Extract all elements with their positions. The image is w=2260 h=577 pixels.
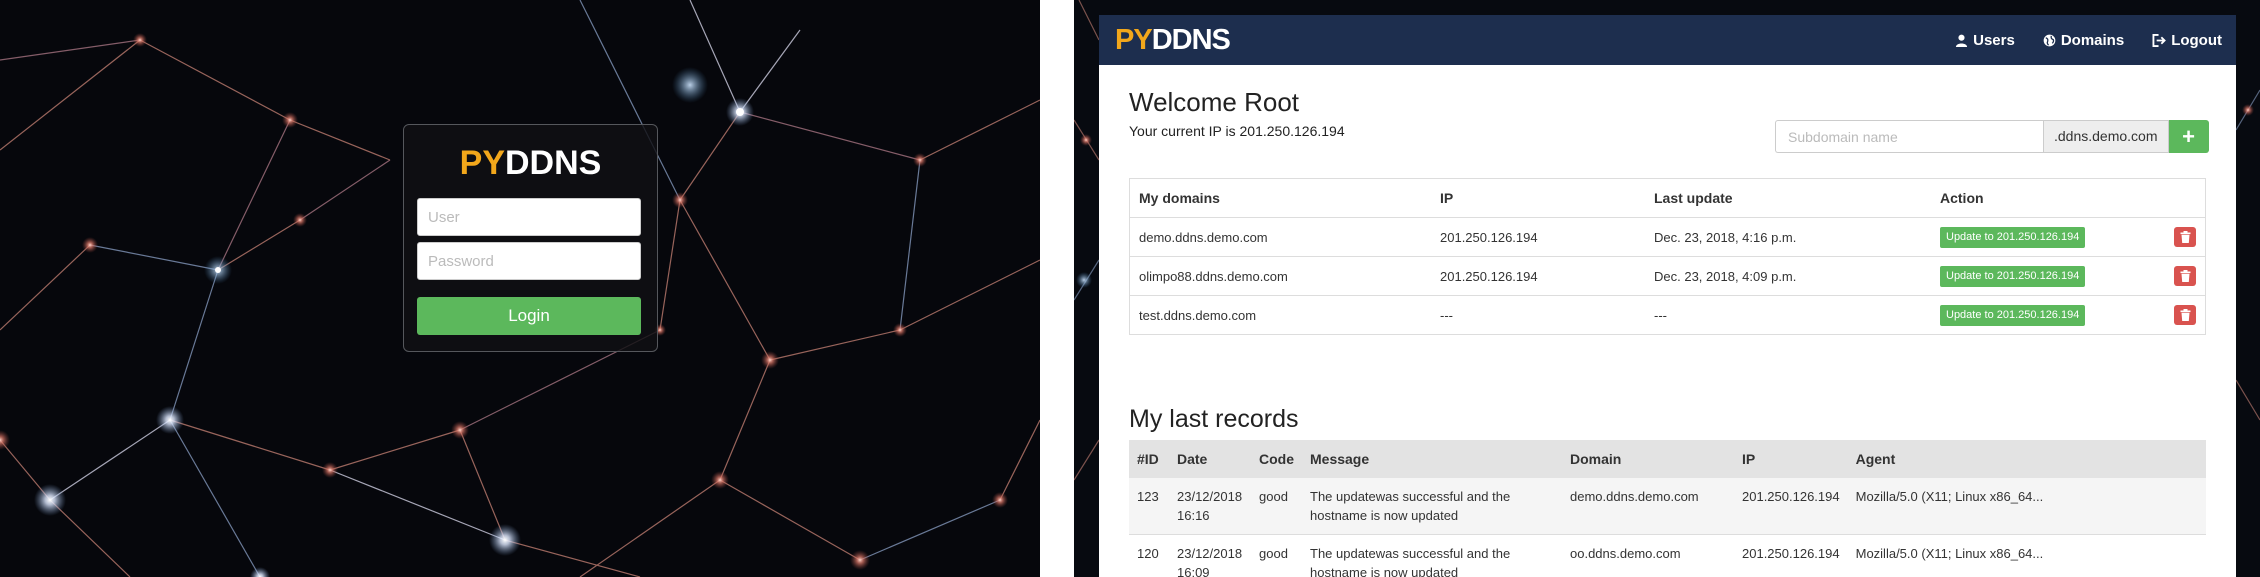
logo-suffix: DDNS: [505, 144, 602, 182]
update-ip-button[interactable]: Update to 201.250.126.194: [1940, 226, 2086, 248]
login-card: PYDDNS Login: [403, 124, 658, 352]
column-header: Date: [1169, 440, 1251, 478]
nav-logout-link[interactable]: Logout: [2152, 32, 2222, 49]
ip-cell: ---: [1431, 295, 1645, 335]
table-row: olimpo88.ddns.demo.com 201.250.126.194 D…: [1129, 256, 2206, 296]
record-ip-cell: 201.250.126.194: [1734, 534, 1848, 577]
username-input[interactable]: [417, 198, 641, 236]
column-header: Domain: [1562, 440, 1734, 478]
column-header: Action: [1931, 178, 2206, 218]
dashboard-screen: PYDDNS Users Domains Logout Welcome Root…: [1074, 0, 2260, 577]
trash-icon: [2180, 269, 2190, 282]
nav-links: Users Domains Logout: [1955, 15, 2222, 65]
record-domain-cell: oo.ddns.demo.com: [1562, 534, 1734, 577]
column-header: Code: [1251, 440, 1302, 478]
nav-users-link[interactable]: Users: [1955, 32, 2015, 49]
table-row: 120 23/12/2018 16:09 good The updatewas …: [1129, 534, 2206, 577]
table-row: 123 23/12/2018 16:16 good The updatewas …: [1129, 478, 2206, 535]
navbar-logo[interactable]: PYDDNS: [1115, 23, 1231, 57]
record-date-cell: 23/12/2018 16:09: [1169, 534, 1251, 577]
domains-table: My domains IP Last update Action demo.dd…: [1129, 178, 2206, 335]
logo-prefix: PY: [1115, 24, 1153, 56]
action-cell: Update to 201.250.126.194: [1931, 217, 2206, 257]
ip-cell: 201.250.126.194: [1431, 256, 1645, 296]
nav-domains-label: Domains: [2060, 31, 2125, 49]
table-header-row: #ID Date Code Message Domain IP Agent: [1129, 440, 2206, 478]
ip-cell: 201.250.126.194: [1431, 217, 1645, 257]
password-input[interactable]: [417, 242, 641, 280]
record-date-cell: 23/12/2018 16:16: [1169, 478, 1251, 535]
nav-users-label: Users: [1973, 31, 2015, 49]
record-agent-cell: Mozilla/5.0 (X11; Linux x86_64...: [1847, 534, 2206, 577]
logout-icon: [2152, 33, 2167, 47]
records-title: My last records: [1129, 405, 1299, 433]
domain-cell: demo.ddns.demo.com: [1129, 217, 1431, 257]
delete-domain-button[interactable]: [2174, 265, 2196, 286]
domain-cell: olimpo88.ddns.demo.com: [1129, 256, 1431, 296]
add-subdomain-form: .ddns.demo.com +: [1775, 120, 2209, 153]
record-code-cell: good: [1251, 534, 1302, 577]
globe-icon: [2043, 34, 2056, 46]
column-header: IP: [1431, 178, 1645, 218]
login-logo: PYDDNS: [404, 143, 657, 183]
column-header: IP: [1734, 440, 1848, 478]
logo-suffix: DDNS: [1151, 24, 1231, 56]
domain-suffix: .ddns.demo.com: [2043, 120, 2169, 153]
login-button[interactable]: Login: [417, 297, 641, 335]
column-header: Message: [1302, 440, 1562, 478]
subdomain-input[interactable]: [1775, 120, 2043, 153]
current-ip-text: Your current IP is 201.250.126.194: [1129, 123, 1345, 139]
trash-icon: [2180, 230, 2190, 243]
record-domain-cell: demo.ddns.demo.com: [1562, 478, 1734, 535]
record-ip-cell: 201.250.126.194: [1734, 478, 1848, 535]
login-screen: PYDDNS Login: [0, 0, 1040, 577]
column-header: Last update: [1645, 178, 1931, 218]
record-message-cell: The updatewas successful and the hostnam…: [1302, 534, 1562, 577]
record-agent-cell: Mozilla/5.0 (X11; Linux x86_64...: [1847, 478, 2206, 535]
table-row: demo.ddns.demo.com 201.250.126.194 Dec. …: [1129, 217, 2206, 257]
column-header: #ID: [1129, 440, 1169, 478]
record-code-cell: good: [1251, 478, 1302, 535]
action-cell: Update to 201.250.126.194: [1931, 256, 2206, 296]
delete-domain-button[interactable]: [2174, 304, 2196, 325]
nav-domains-link[interactable]: Domains: [2043, 32, 2124, 49]
records-table: #ID Date Code Message Domain IP Agent 12…: [1129, 440, 2206, 577]
last-update-cell: Dec. 23, 2018, 4:16 p.m.: [1645, 217, 1931, 257]
delete-domain-button[interactable]: [2174, 226, 2196, 247]
logo-prefix: PY: [459, 144, 505, 182]
table-header-row: My domains IP Last update Action: [1129, 178, 2206, 218]
navbar: PYDDNS Users Domains Logout: [1099, 15, 2236, 65]
add-subdomain-button[interactable]: +: [2168, 120, 2209, 153]
app-window: PYDDNS Users Domains Logout Welcome Root…: [1099, 15, 2236, 577]
last-update-cell: ---: [1645, 295, 1931, 335]
record-id-cell: 120: [1129, 534, 1169, 577]
last-update-cell: Dec. 23, 2018, 4:09 p.m.: [1645, 256, 1931, 296]
nav-logout-label: Logout: [2171, 31, 2222, 49]
user-icon: [1956, 34, 1968, 47]
update-ip-button[interactable]: Update to 201.250.126.194: [1940, 304, 2086, 326]
trash-icon: [2180, 308, 2190, 321]
page-title: Welcome Root: [1129, 87, 1300, 117]
record-message-cell: The updatewas successful and the hostnam…: [1302, 478, 1562, 535]
action-cell: Update to 201.250.126.194: [1931, 295, 2206, 335]
domain-cell: test.ddns.demo.com: [1129, 295, 1431, 335]
table-row: test.ddns.demo.com --- --- Update to 201…: [1129, 295, 2206, 335]
column-header: Agent: [1847, 440, 2206, 478]
record-id-cell: 123: [1129, 478, 1169, 535]
column-header: My domains: [1129, 178, 1431, 218]
update-ip-button[interactable]: Update to 201.250.126.194: [1940, 265, 2086, 287]
